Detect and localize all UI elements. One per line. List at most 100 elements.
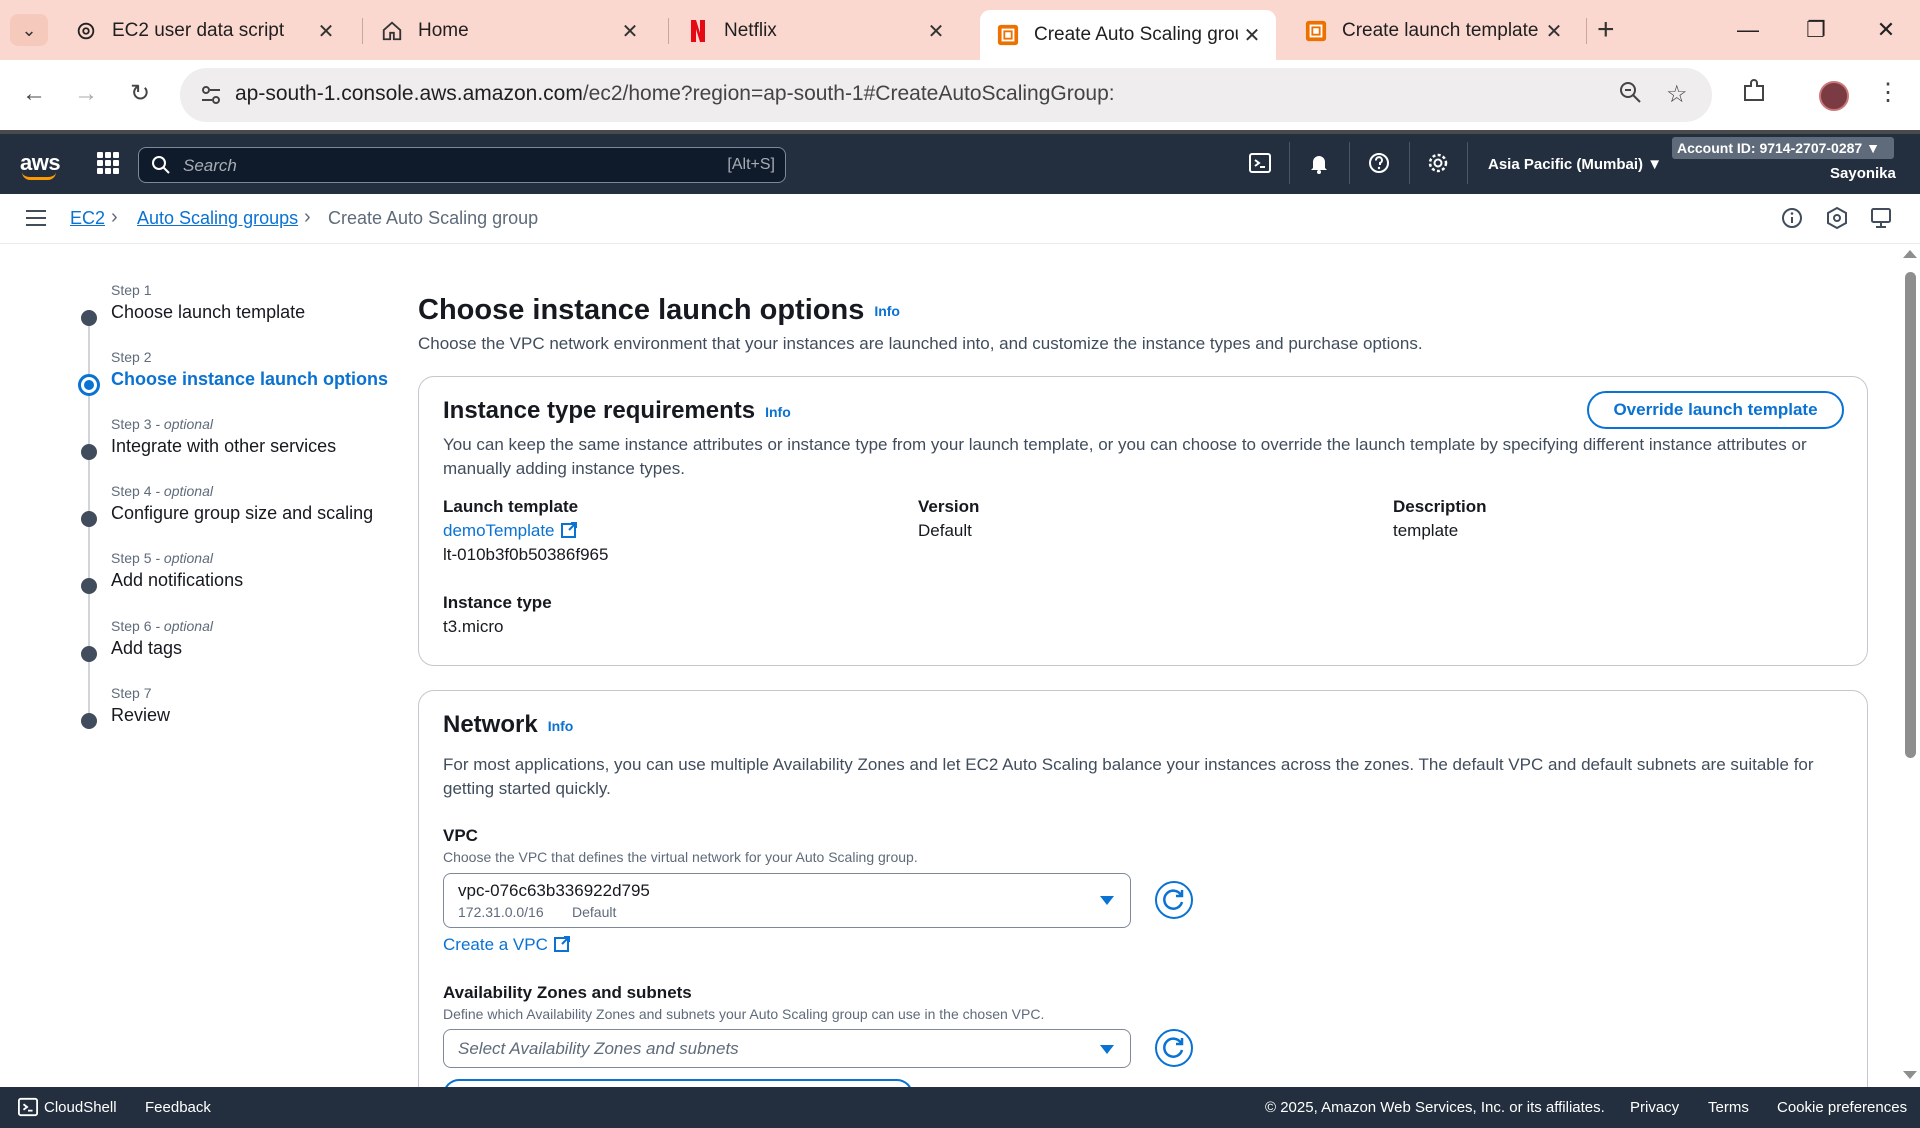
info-link[interactable]: Info: [548, 718, 574, 734]
nav-divider: [1349, 142, 1350, 184]
step-name: Choose launch template: [111, 302, 306, 322]
scroll-down-arrow-icon[interactable]: [1903, 1071, 1917, 1079]
footer-cookie-preferences-link[interactable]: Cookie preferences: [1777, 1099, 1907, 1116]
step-dot: [81, 444, 97, 460]
breadcrumb-ec2[interactable]: EC2: [70, 208, 105, 229]
new-tab-button[interactable]: +: [1597, 12, 1615, 48]
tab-create-launch-template[interactable]: Create launch template | ✕: [1288, 10, 1578, 52]
zoom-icon[interactable]: [1618, 80, 1642, 111]
refresh-subnets-button[interactable]: [1155, 1029, 1193, 1067]
step-name: Add tags: [111, 638, 183, 658]
region-selector[interactable]: Asia Pacific (Mumbai) ▼: [1488, 156, 1662, 173]
footer-privacy-link[interactable]: Privacy: [1630, 1099, 1679, 1116]
instance-type-label: Instance type: [443, 593, 552, 612]
external-link-icon[interactable]: [560, 521, 578, 539]
chevron-right-icon: ›: [111, 206, 118, 228]
vpc-label: VPC: [443, 826, 478, 845]
back-icon[interactable]: ←: [14, 76, 54, 112]
nav-divider: [1289, 142, 1290, 184]
create-vpc-link[interactable]: Create a VPC: [443, 935, 548, 954]
vpc-selected-value: vpc-076c63b336922d795: [458, 881, 650, 900]
close-icon[interactable]: ✕: [1540, 19, 1568, 44]
close-icon[interactable]: ✕: [312, 19, 340, 44]
forward-icon[interactable]: →: [66, 76, 106, 112]
reload-icon[interactable]: ↻: [120, 76, 160, 112]
launch-template-label: Launch template: [443, 497, 579, 516]
footer-cloudshell-link[interactable]: CloudShell: [44, 1099, 117, 1116]
external-link-icon[interactable]: [553, 935, 571, 953]
tab-label: Home: [418, 20, 469, 41]
aws-logo[interactable]: aws: [20, 150, 61, 180]
console-footer: CloudShell Feedback © 2025, Amazon Web S…: [0, 1087, 1920, 1128]
step-dot: [81, 578, 97, 594]
refresh-icon: [1163, 1037, 1184, 1058]
instance-type-value: t3.micro: [443, 617, 504, 636]
tab-label: Netflix: [724, 20, 777, 41]
bookmark-star-icon[interactable]: ☆: [1666, 80, 1688, 109]
card-description: For most applications, you can use multi…: [443, 755, 1814, 798]
tab-home[interactable]: Home ✕: [364, 10, 654, 52]
step-number: Step 4 - optional: [111, 483, 213, 499]
info-link[interactable]: Info: [874, 303, 900, 319]
tab-search-button[interactable]: ⌄: [10, 14, 48, 46]
services-grid-icon[interactable]: [97, 152, 119, 174]
cloudshell-icon[interactable]: [1248, 152, 1272, 176]
step-number: Step 2: [111, 349, 152, 365]
settings-gear-icon[interactable]: [1426, 152, 1450, 176]
card-title: Network Info: [443, 711, 574, 738]
az-subnets-placeholder: Select Availability Zones and subnets: [458, 1039, 739, 1058]
site-info-icon[interactable]: [198, 82, 224, 108]
netflix-icon: [686, 19, 710, 43]
browser-menu-icon[interactable]: ⋮: [1876, 78, 1900, 107]
az-subnets-select[interactable]: Select Availability Zones and subnets: [443, 1029, 1131, 1068]
cloudshell-icon[interactable]: [18, 1097, 38, 1121]
description-label: Description: [1393, 497, 1487, 516]
aws-ec2-icon: [996, 23, 1020, 47]
profile-avatar[interactable]: [1819, 81, 1849, 111]
url-text: ap-south-1.console.aws.amazon.com/ec2/ho…: [235, 82, 1115, 106]
close-icon[interactable]: ✕: [616, 19, 644, 44]
aws-search-input[interactable]: Search [Alt+S]: [138, 147, 786, 183]
home-icon: [380, 19, 404, 43]
user-menu[interactable]: Sayonika: [1830, 165, 1896, 182]
hamburger-menu-icon[interactable]: [26, 210, 46, 226]
account-id-badge[interactable]: Account ID: 9714-2707-0287 ▼: [1672, 137, 1894, 159]
footer-feedback-link[interactable]: Feedback: [145, 1099, 211, 1116]
step-name: Add notifications: [111, 570, 244, 590]
version-value: Default: [918, 521, 972, 540]
override-launch-template-button[interactable]: Override launch template: [1587, 391, 1844, 429]
close-icon[interactable]: ✕: [922, 19, 950, 44]
tab-netflix[interactable]: Netflix ✕: [670, 10, 960, 52]
breadcrumb-auto-scaling-groups[interactable]: Auto Scaling groups: [137, 208, 298, 229]
restore-icon[interactable]: ❐: [1786, 10, 1846, 50]
tab-ec2-user-data-script[interactable]: EC2 user data script ✕: [58, 10, 350, 52]
monitor-icon[interactable]: [1870, 206, 1896, 232]
refresh-vpc-button[interactable]: [1155, 881, 1193, 919]
feedback-hexagon-icon[interactable]: [1825, 206, 1851, 232]
minimize-icon[interactable]: —: [1718, 10, 1778, 50]
step-number: Step 7: [111, 685, 152, 701]
vpc-description: Choose the VPC that defines the virtual …: [443, 849, 918, 865]
footer-terms-link[interactable]: Terms: [1708, 1099, 1749, 1116]
tab-create-auto-scaling-group[interactable]: Create Auto Scaling grou ✕: [980, 10, 1276, 60]
card-description: You can keep the same instance attribute…: [443, 435, 1807, 478]
search-shortcut: [Alt+S]: [727, 156, 775, 173]
chevron-right-icon: ›: [304, 206, 311, 228]
address-bar[interactable]: ap-south-1.console.aws.amazon.com/ec2/ho…: [180, 68, 1712, 122]
info-link[interactable]: Info: [765, 404, 791, 420]
tab-divider: [1586, 18, 1587, 44]
aws-ec2-icon: [1304, 19, 1328, 43]
window-close-icon[interactable]: ✕: [1856, 10, 1916, 50]
page-scrollbar-thumb[interactable]: [1905, 272, 1916, 758]
launch-template-link[interactable]: demoTemplate: [443, 521, 555, 540]
scroll-up-arrow-icon[interactable]: [1903, 250, 1917, 258]
create-vpc-link-wrap: Create a VPC: [443, 935, 571, 955]
help-icon[interactable]: [1367, 152, 1391, 176]
extensions-icon[interactable]: [1741, 78, 1767, 111]
vpc-select[interactable]: vpc-076c63b336922d795 172.31.0.0/16 Defa…: [443, 873, 1131, 928]
step-dot: [81, 511, 97, 527]
info-circle-icon[interactable]: [1780, 206, 1806, 232]
close-icon[interactable]: ✕: [1238, 23, 1266, 48]
step-number: Step 6 - optional: [111, 618, 213, 634]
bell-icon[interactable]: [1307, 152, 1331, 176]
